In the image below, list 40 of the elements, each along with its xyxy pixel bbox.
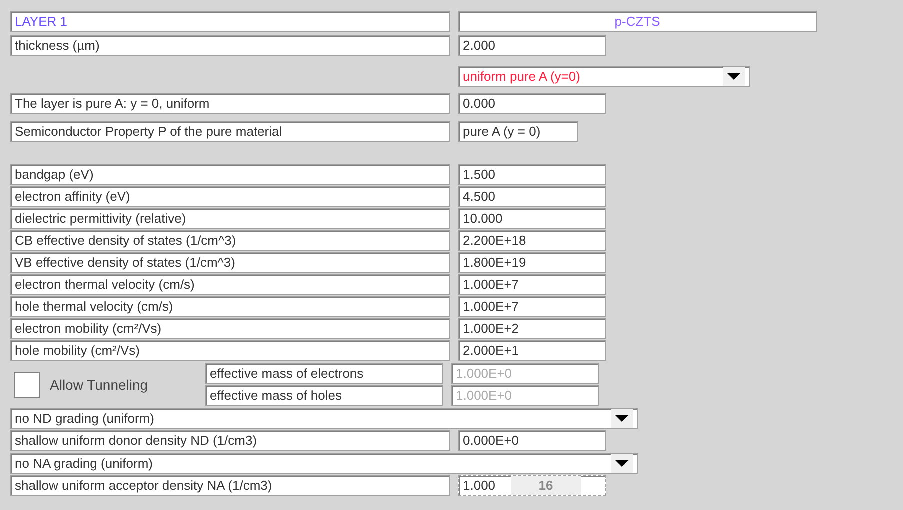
caret-icon (727, 73, 741, 80)
parameter-label: bandgap (eV) (10, 164, 450, 185)
parameter-label: electron affinity (eV) (10, 186, 450, 207)
parameter-label: effective mass of electrons (205, 363, 443, 384)
value-field[interactable]: 0.000 (458, 93, 606, 114)
parameter-label: hole mobility (cm²/Vs) (10, 340, 450, 361)
layer-name-field[interactable]: p-CZTS (458, 11, 817, 32)
parameter-label: effective mass of holes (205, 385, 443, 406)
parameter-label: hole thermal velocity (cm/s) (10, 296, 450, 317)
value-field[interactable]: 1.000 16 (458, 475, 606, 496)
caret-icon (615, 460, 629, 467)
parameter-label: electron thermal velocity (cm/s) (10, 274, 450, 295)
parameter-label: thickness (µm) (10, 35, 450, 56)
composition-dropdown[interactable]: uniform pure A (y=0) (458, 66, 750, 87)
value-field[interactable]: 2.000 (458, 35, 606, 56)
value-field[interactable]: 1.000E+2 (458, 318, 606, 339)
caret-icon (615, 415, 629, 422)
value-field[interactable]: 0.000E+0 (458, 430, 606, 451)
parameter-label: CB effective density of states (1/cm^3) (10, 230, 450, 251)
value-field[interactable]: 2.200E+18 (458, 230, 606, 251)
grading-dropdown[interactable]: no ND grading (uniform) (10, 408, 638, 429)
parameter-label: shallow uniform donor density ND (1/cm3) (10, 430, 450, 451)
checkbox-label: Allow Tunneling (50, 376, 148, 395)
value-field[interactable]: 2.000E+1 (458, 340, 606, 361)
parameter-label: Semiconductor Property P of the pure material (10, 121, 450, 142)
parameter-label: The layer is pure A: y = 0, uniform (10, 93, 450, 114)
parameter-label: dielectric permittivity (relative) (10, 208, 450, 229)
value-field[interactable]: 1.000E+7 (458, 274, 606, 295)
value-field[interactable]: 10.000 (458, 208, 606, 229)
checkbox[interactable] (14, 372, 40, 398)
parameter-label: electron mobility (cm²/Vs) (10, 318, 450, 339)
value-field[interactable]: 1.000E+7 (458, 296, 606, 317)
value-field[interactable]: 4.500 (458, 186, 606, 207)
grading-dropdown[interactable]: no NA grading (uniform) (10, 453, 638, 474)
property-field[interactable]: pure A (y = 0) (458, 121, 578, 142)
value-field[interactable]: 1.800E+19 (458, 252, 606, 273)
layer-title: LAYER 1 (10, 11, 450, 32)
parameter-label: shallow uniform acceptor density NA (1/cm3) (10, 475, 450, 496)
parameter-label: VB effective density of states (1/cm^3) (10, 252, 450, 273)
value-field[interactable]: 1.500 (458, 164, 606, 185)
